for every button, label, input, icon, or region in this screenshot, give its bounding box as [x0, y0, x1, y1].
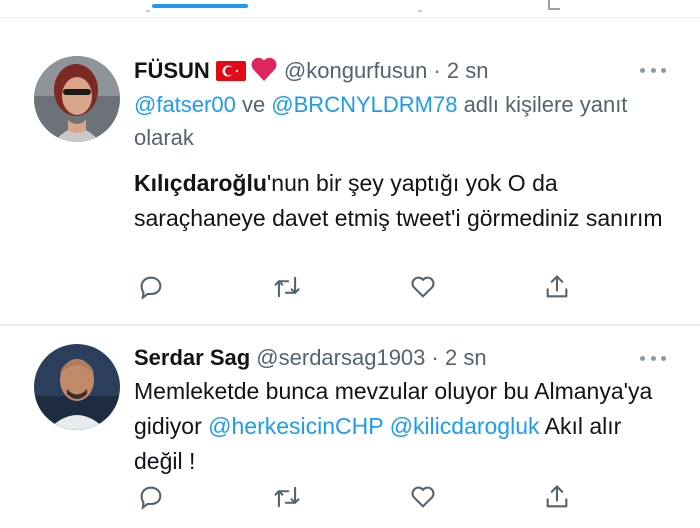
tweet-text: Kılıçdaroğlu'nun bir şey yaptığı yok O d…: [134, 166, 664, 236]
share-icon[interactable]: [540, 480, 574, 514]
tweet-actions: [134, 480, 584, 514]
retweet-icon-partial[interactable]: [146, 0, 150, 12]
turkey-flag-icon: [215, 60, 246, 88]
share-icon[interactable]: [540, 270, 574, 304]
tweet[interactable]: FÜSUN @kongurfusun · 2 sn @fatser00 ve @…: [0, 38, 700, 324]
username[interactable]: @kongurfusun: [284, 58, 427, 83]
separator-dot: ·: [433, 58, 441, 83]
reply-context: @fatser00 ve @BRCNYLDRM78 adlı kişilere …: [134, 88, 654, 154]
tweet-actions: [134, 270, 584, 304]
reply-icon[interactable]: [134, 270, 168, 304]
share-icon-partial[interactable]: [548, 0, 560, 10]
separator-dot: ·: [431, 345, 439, 370]
timestamp[interactable]: 2 sn: [445, 345, 487, 370]
reply-joiner: ve: [235, 92, 272, 117]
avatar[interactable]: [34, 344, 120, 430]
avatar-serdar-image: [34, 344, 120, 430]
active-tab-indicator: [152, 4, 248, 8]
mention-link[interactable]: @herkesicinCHP: [208, 413, 383, 439]
more-icon[interactable]: [640, 66, 666, 74]
red-heart-icon: [250, 56, 278, 89]
tweet-text: Memleketde bunca mevzular oluyor bu Alma…: [134, 374, 664, 479]
like-icon[interactable]: [406, 480, 440, 514]
timestamp[interactable]: 2 sn: [447, 58, 489, 83]
tweet[interactable]: Serdar Sag @serdarsag1903 · 2 sn Memleke…: [0, 326, 700, 528]
avatar-fusun-image: [34, 56, 120, 142]
tweet-header: Serdar Sag @serdarsag1903 · 2 sn: [134, 344, 487, 372]
mention-link[interactable]: @BRCNYLDRM78: [271, 92, 457, 117]
previous-tweet-actions: [0, 0, 700, 18]
username[interactable]: @serdarsag1903: [256, 345, 425, 370]
more-icon[interactable]: [640, 354, 666, 362]
display-name[interactable]: FÜSUN: [134, 58, 210, 83]
retweet-icon[interactable]: [270, 480, 304, 514]
reply-icon[interactable]: [134, 480, 168, 514]
avatar[interactable]: [34, 56, 120, 142]
mention-link[interactable]: @kilicdarogluk: [390, 413, 540, 439]
like-icon-partial[interactable]: [418, 0, 422, 12]
tweet-header: FÜSUN @kongurfusun · 2 sn: [134, 56, 489, 89]
like-icon[interactable]: [406, 270, 440, 304]
divider: [0, 17, 700, 18]
mention-link[interactable]: @fatser00: [134, 92, 236, 117]
display-name[interactable]: Serdar Sag: [134, 345, 250, 370]
bold-text: Kılıçdaroğlu: [134, 170, 267, 196]
retweet-icon[interactable]: [270, 270, 304, 304]
